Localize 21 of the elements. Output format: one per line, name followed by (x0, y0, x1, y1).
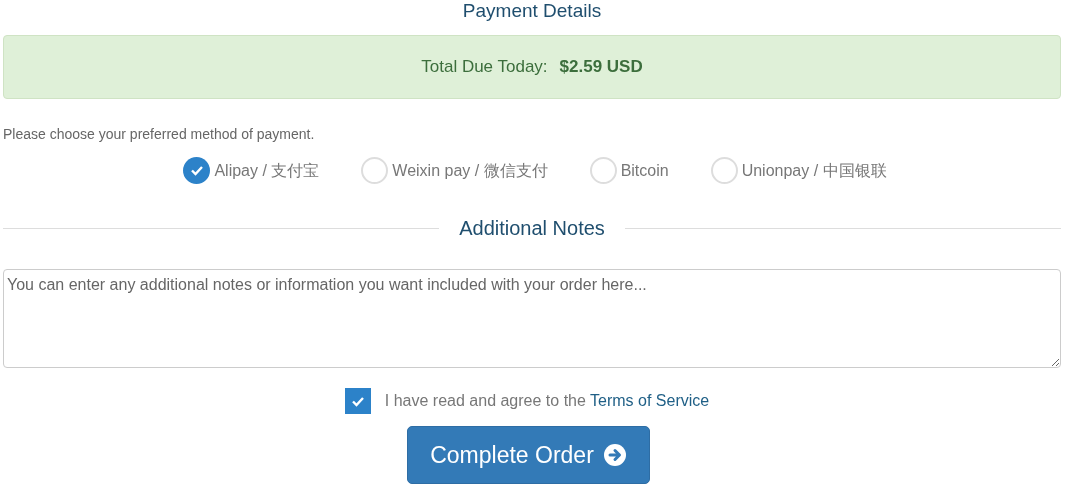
section-title: Additional Notes (459, 216, 605, 241)
payment-option-label[interactable]: Bitcoin (620, 158, 669, 183)
check-icon (350, 395, 365, 407)
notes-field[interactable]: You can enter any additional notes or information you want included with your order here... (3, 269, 1061, 368)
section-title: Payment Details (462, 0, 602, 23)
payment-option-label[interactable]: Weixin pay / 微信支付 (392, 158, 548, 183)
payment-option-label[interactable]: Unionpay / 中国银联 (741, 158, 887, 183)
payment-option-label[interactable]: Alipay / 支付宝 (214, 158, 320, 183)
radio-button[interactable] (361, 157, 389, 184)
radio-button[interactable] (589, 157, 617, 184)
radio-button[interactable] (710, 157, 738, 184)
terms-checkbox[interactable] (344, 388, 371, 414)
arrow-circle-icon (603, 444, 626, 466)
terms-text: I have read and agree to the Terms of Service (384, 391, 710, 411)
check-icon (189, 165, 204, 176)
total-amount: $2.59 USD (559, 56, 643, 79)
complete-order-button[interactable]: Complete Order (406, 426, 650, 484)
payment-prompt: Please choose your preferred method of payment. (3, 125, 315, 144)
total-label: Total Due Today: (421, 56, 548, 79)
terms-link[interactable]: Terms of Service (590, 392, 710, 409)
radio-button[interactable] (183, 157, 211, 184)
